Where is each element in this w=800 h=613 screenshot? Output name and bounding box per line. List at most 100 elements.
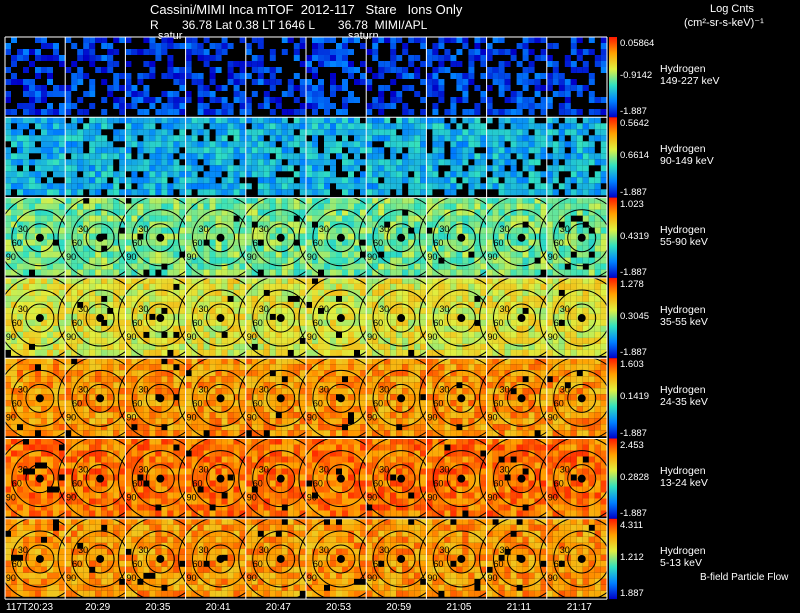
heatmap-cell xyxy=(221,49,228,55)
heatmap-cell xyxy=(480,239,487,246)
heatmap-cell xyxy=(173,382,180,389)
heatmap-cell xyxy=(324,283,330,290)
heatmap-cell xyxy=(167,123,174,130)
heatmap-cell xyxy=(378,189,385,196)
heatmap-cell xyxy=(372,97,379,103)
heatmap-cell xyxy=(528,331,535,338)
heatmap-cell xyxy=(161,171,168,178)
heatmap-cell xyxy=(480,129,487,136)
ring-label: 60 xyxy=(193,318,203,328)
heatmap-cell xyxy=(5,135,11,142)
heatmap-cell xyxy=(149,203,156,210)
heatmap-cell xyxy=(414,343,421,350)
heatmap-cell xyxy=(35,277,41,284)
heatmap-cell xyxy=(173,177,180,184)
ring-label: 90 xyxy=(488,252,498,262)
heatmap-cell xyxy=(47,55,53,61)
ring-label: 30 xyxy=(379,304,389,314)
heatmap-cell xyxy=(233,331,240,338)
heatmap-cell xyxy=(95,277,102,284)
heatmap-cell xyxy=(47,233,53,240)
heatmap-cell xyxy=(552,153,559,160)
heatmap-cell xyxy=(432,129,439,136)
heatmap-cell xyxy=(47,73,53,79)
heatmap-cell xyxy=(29,61,35,67)
ring-label: 90 xyxy=(307,332,317,342)
heatmap-cell xyxy=(101,97,108,103)
ring-label: 90 xyxy=(247,332,257,342)
heatmap-cell xyxy=(167,295,174,302)
heatmap-cell xyxy=(432,165,439,172)
heatmap-cell xyxy=(203,117,210,124)
heatmap-cell xyxy=(203,263,210,270)
heatmap-cell xyxy=(47,129,53,136)
heatmap-cell xyxy=(245,141,252,148)
heatmap-cell xyxy=(221,43,228,49)
heatmap-cell xyxy=(167,283,174,290)
ring-label: 60 xyxy=(494,238,504,248)
heatmap-cell xyxy=(281,109,288,115)
heatmap-cell xyxy=(450,233,457,240)
heatmap-cell xyxy=(414,55,421,61)
heatmap-cell xyxy=(390,135,397,142)
heatmap-cell xyxy=(161,177,168,184)
heatmap-cell xyxy=(480,209,487,216)
heatmap-cell xyxy=(149,277,156,284)
heatmap-cell xyxy=(203,49,210,55)
heatmap-cell xyxy=(257,141,264,148)
heatmap-cell xyxy=(318,43,324,49)
heatmap-cell xyxy=(432,289,439,296)
heatmap-cell xyxy=(5,382,11,389)
heatmap-cell xyxy=(570,117,577,124)
heatmap-cell xyxy=(227,283,234,290)
heatmap-cell xyxy=(161,418,168,425)
heatmap-cell xyxy=(293,123,300,130)
heatmap-cell xyxy=(546,85,553,91)
heatmap-cell xyxy=(185,123,192,130)
heatmap-cell xyxy=(269,67,276,73)
heatmap-cell xyxy=(41,55,47,61)
heatmap-cell xyxy=(203,109,210,115)
heatmap-cell xyxy=(215,263,222,270)
heatmap-cell xyxy=(504,251,511,258)
heatmap-cell xyxy=(65,85,72,91)
heatmap-cell xyxy=(269,349,276,356)
heatmap-cell xyxy=(330,203,336,210)
heatmap-cell xyxy=(53,153,59,160)
heatmap-cell xyxy=(131,171,138,178)
heatmap-cell xyxy=(137,203,144,210)
heatmap-cell xyxy=(53,159,59,166)
heatmap-cell xyxy=(197,364,204,371)
heatmap-cell xyxy=(11,37,17,43)
heatmap-cell xyxy=(510,331,517,338)
heatmap-cell xyxy=(95,67,102,73)
heatmap-cell xyxy=(486,313,493,320)
heatmap-cell xyxy=(570,159,577,166)
heatmap-cell xyxy=(203,295,210,302)
heatmap-cell xyxy=(330,135,336,142)
heatmap-cell xyxy=(47,325,53,332)
heatmap-cell xyxy=(119,97,126,103)
heatmap-cell xyxy=(161,269,168,276)
heatmap-cell xyxy=(53,55,59,61)
heatmap-cell xyxy=(348,37,354,43)
heatmap-cell xyxy=(450,97,457,103)
heatmap-cell xyxy=(540,283,547,290)
heatmap-cell xyxy=(239,79,246,85)
heatmap-cell xyxy=(65,295,72,302)
heatmap-cell xyxy=(582,117,589,124)
heatmap-cell xyxy=(564,97,571,103)
heatmap-cell xyxy=(546,183,553,190)
heatmap-cell xyxy=(83,412,90,419)
heatmap-cell xyxy=(312,97,318,103)
heatmap-cell xyxy=(438,183,445,190)
heatmap-cell xyxy=(408,203,415,210)
heatmap-cell xyxy=(275,97,282,103)
heatmap-cell xyxy=(378,135,385,142)
heatmap-cell xyxy=(312,117,318,124)
saturn-marker xyxy=(397,314,406,323)
heatmap-cell xyxy=(149,67,156,73)
heatmap-cell xyxy=(414,135,421,142)
heatmap-cell xyxy=(287,251,294,258)
heatmap-cell xyxy=(402,257,409,264)
